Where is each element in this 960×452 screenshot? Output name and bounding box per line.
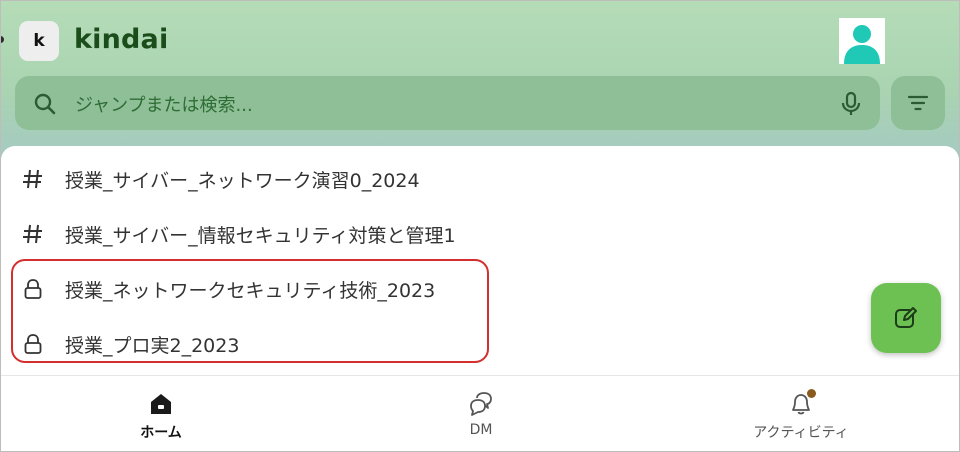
hash-icon — [21, 222, 45, 246]
notification-dot — [807, 389, 816, 398]
microphone-icon[interactable] — [840, 91, 862, 117]
avatar[interactable] — [839, 18, 885, 64]
home-icon — [147, 390, 175, 418]
lock-icon — [21, 332, 45, 356]
workspace-badge[interactable]: k — [19, 21, 59, 61]
channel-item[interactable]: 授業_ネットワークセキュリティ技術_2023 — [1, 262, 861, 316]
channel-label: 授業_プロ実2_2023 — [65, 334, 240, 357]
compose-icon — [895, 307, 917, 328]
channel-item[interactable]: 授業_サイバー_情報セキュリティ対策と管理1 — [1, 207, 861, 261]
channel-label: 授業_ネットワークセキュリティ技術_2023 — [65, 279, 436, 302]
nav-home-label: ホーム — [140, 425, 182, 441]
nav-home[interactable]: ホーム — [61, 376, 261, 451]
workspace-name[interactable]: kindai — [74, 24, 168, 55]
nav-activity-label: アクティビティ — [753, 425, 849, 441]
app-window: k kindai ジャンプまたは検索... 授業_サイバー_ネットワーク演習0_… — [0, 0, 960, 452]
hash-icon — [21, 167, 45, 191]
user-avatar-icon — [844, 25, 880, 64]
filter-button[interactable] — [891, 76, 945, 130]
bottom-navigation: ホーム DM アクティビティ — [1, 375, 959, 451]
nav-activity[interactable]: アクティビティ — [701, 376, 901, 451]
lock-icon — [21, 277, 45, 301]
channel-item[interactable]: 授業_サイバー_ネットワーク演習0_2024 — [1, 152, 861, 206]
edge-indicator — [1, 36, 4, 43]
channel-item[interactable]: 授業_プロ実2_2023 — [1, 317, 861, 371]
search-bar[interactable]: ジャンプまたは検索... — [15, 76, 880, 130]
search-icon — [34, 93, 56, 115]
bell-icon — [787, 389, 816, 418]
nav-dm[interactable]: DM — [381, 376, 581, 451]
nav-dm-label: DM — [469, 422, 493, 438]
dm-icon — [467, 390, 495, 418]
channel-label: 授業_サイバー_ネットワーク演習0_2024 — [65, 169, 420, 192]
channel-label: 授業_サイバー_情報セキュリティ対策と管理1 — [65, 224, 456, 247]
channel-list: 授業_サイバー_ネットワーク演習0_2024 授業_サイバー_情報セキュリティ対… — [1, 146, 959, 376]
filter-icon — [907, 95, 929, 111]
compose-button[interactable] — [871, 283, 941, 353]
search-input[interactable]: ジャンプまたは検索... — [75, 91, 253, 117]
